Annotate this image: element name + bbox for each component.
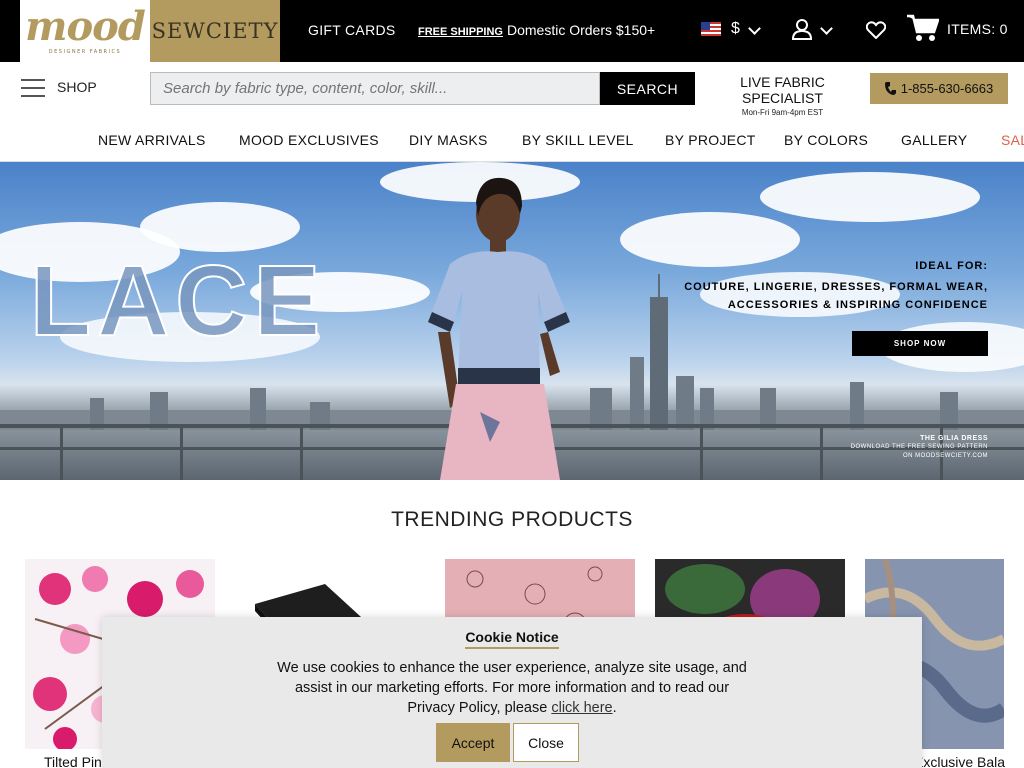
nav-mood-exclusives[interactable]: MOOD EXCLUSIVES (239, 132, 379, 148)
ideal-line1: COUTURE, LINGERIE, DRESSES, FORMAL WEAR, (684, 281, 988, 293)
sewciety-logo-text: SEWCIETY (151, 19, 279, 43)
building (676, 376, 694, 430)
chevron-down-icon[interactable] (748, 22, 761, 35)
cloud (620, 212, 800, 267)
cookie-title: Cookie Notice (102, 629, 922, 649)
hero-ideal-for: IDEAL FOR: COUTURE, LINGERIE, DRESSES, F… (684, 260, 988, 314)
building (850, 382, 864, 430)
nav-by-skill-level[interactable]: BY SKILL LEVEL (522, 132, 634, 148)
nav-by-colors[interactable]: BY COLORS (784, 132, 868, 148)
nav-sale[interactable]: SALE (1001, 132, 1024, 148)
credit-line1: THE GILIA DRESS (920, 435, 988, 442)
top-bar: mood DESIGNER FABRICS SEWCIETY GIFT CARD… (0, 0, 1024, 62)
cookie-text: We use cookies to enhance the user exper… (277, 660, 747, 716)
live-fabric-specialist[interactable]: LIVE FABRIC SPECIALIST Mon-Fri 9am-4pm E… (705, 74, 860, 117)
nav-by-project[interactable]: BY PROJECT (665, 132, 756, 148)
phone-button[interactable]: 1-855-630-6663 (870, 73, 1008, 104)
railing-post (60, 424, 63, 480)
shop-menu-label[interactable]: SHOP (57, 79, 97, 95)
free-shipping-label: FREE SHIPPING (418, 26, 503, 38)
us-flag-icon[interactable] (701, 22, 721, 36)
currency-selector[interactable]: $ (731, 20, 740, 38)
product-name[interactable]: Tilted Pin (44, 754, 102, 768)
hero-headline: LACE (29, 244, 327, 358)
free-shipping-banner[interactable]: FREE SHIPPING Domestic Orders $150+ (418, 22, 655, 38)
cloud (760, 172, 980, 222)
product-name[interactable]: Exclusive Bala (914, 754, 1005, 768)
credit-line3: ON MOODSEWCIETY.COM (902, 453, 988, 459)
mood-logo-subtitle: DESIGNER FABRICS (48, 49, 122, 55)
railing-post (300, 424, 303, 480)
search-button[interactable]: SEARCH (600, 72, 695, 105)
building (630, 357, 644, 430)
nav-gallery[interactable]: GALLERY (901, 132, 967, 148)
one-wtc-building (650, 297, 668, 430)
mood-logo-text: mood (25, 3, 146, 50)
free-shipping-text: Domestic Orders $150+ (506, 22, 656, 38)
specialist-hours: Mon-Fri 9am-4pm EST (741, 108, 824, 117)
hero-banner[interactable]: LACE IDEAL FOR: COUTURE, LINGERIE, DRESS… (0, 162, 1024, 480)
model-figure (428, 177, 570, 480)
mood-logo[interactable]: mood DESIGNER FABRICS (20, 0, 150, 62)
spire (658, 274, 660, 298)
chevron-down-icon[interactable] (820, 22, 833, 35)
search-input[interactable] (150, 72, 600, 105)
credit-line2: DOWNLOAD THE FREE SEWING PATTERN (850, 444, 988, 450)
specialist-title: LIVE FABRIC SPECIALIST (740, 74, 825, 106)
railing-post (700, 424, 703, 480)
cart-items-count[interactable]: ITEMS: 0 (947, 21, 1008, 37)
ideal-line2: ACCESSORIES & INSPIRING CONFIDENCE (727, 299, 988, 311)
cookie-notice: Cookie Notice We use cookies to enhance … (102, 617, 922, 768)
shop-now-button[interactable]: SHOP NOW (852, 331, 988, 356)
close-button[interactable]: Close (513, 723, 579, 762)
nav-new-arrivals[interactable]: NEW ARRIVALS (98, 132, 206, 148)
hero-credit[interactable]: THE GILIA DRESS DOWNLOAD THE FREE SEWING… (851, 434, 988, 461)
menu-icon[interactable] (21, 79, 45, 97)
sewciety-logo[interactable]: SEWCIETY (150, 0, 280, 62)
railing-post (180, 424, 183, 480)
nav-diy-masks[interactable]: DIY MASKS (409, 132, 488, 148)
phone-icon (884, 82, 896, 95)
user-icon[interactable] (792, 19, 812, 40)
gift-cards-link[interactable]: GIFT CARDS (308, 22, 396, 38)
railing-post (820, 424, 823, 480)
trending-title: TRENDING PRODUCTS (391, 508, 633, 531)
cart-icon[interactable] (907, 14, 939, 42)
ideal-title: IDEAL FOR: (915, 260, 988, 272)
main-nav: NEW ARRIVALS MOOD EXCLUSIVES DIY MASKS B… (0, 120, 1024, 162)
accept-button[interactable]: Accept (436, 723, 510, 762)
privacy-link[interactable]: click here (551, 700, 612, 716)
phone-number: 1-855-630-6663 (900, 81, 994, 96)
heart-icon[interactable] (866, 21, 886, 39)
